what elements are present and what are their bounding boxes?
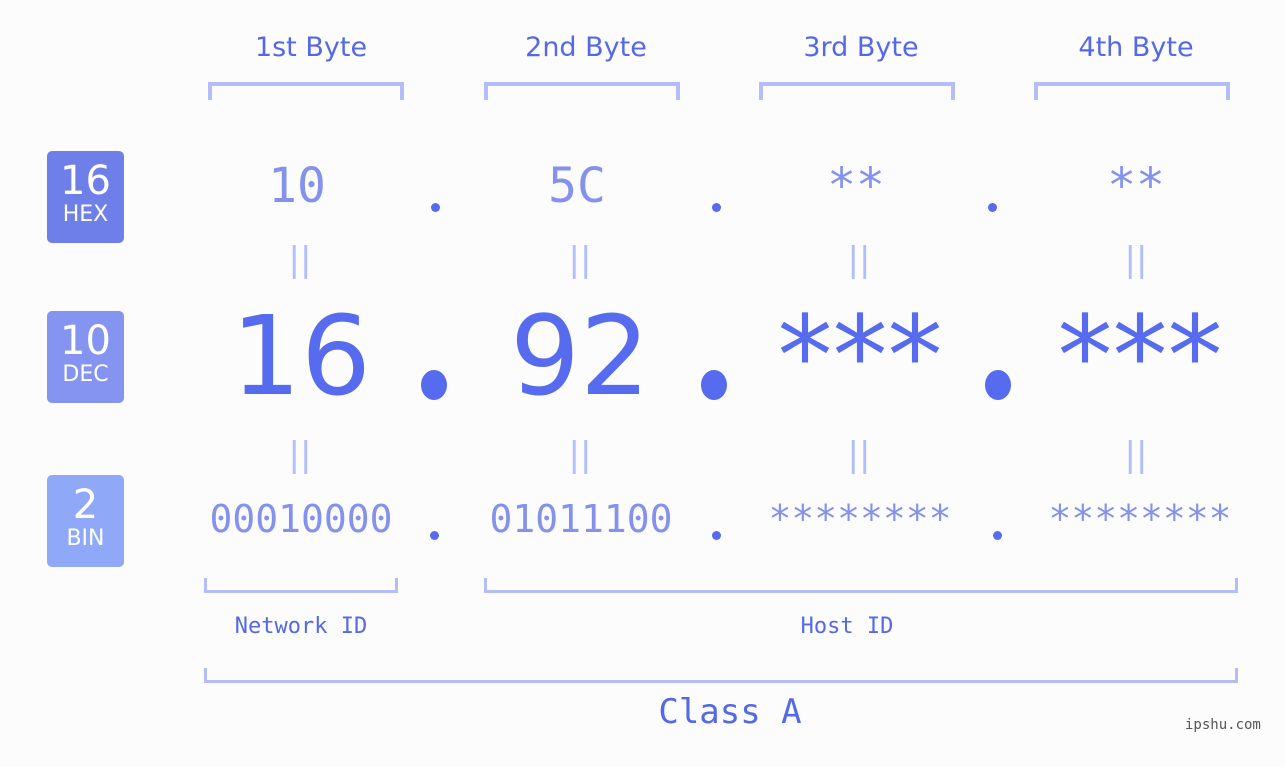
dec-base-label: DEC	[62, 362, 109, 387]
hex-badge: 16 HEX	[47, 151, 124, 243]
hex-base-label: HEX	[62, 202, 109, 227]
byte-header-1: 1st Byte	[254, 32, 368, 63]
class-label: Class A	[658, 692, 802, 732]
dec-dot-1	[421, 370, 447, 400]
watermark: ipshu.com	[1185, 717, 1261, 733]
dec-dot-2	[701, 370, 727, 400]
class-bracket	[204, 668, 1238, 683]
bin-value-2: 01011100	[489, 497, 673, 541]
byte-bracket-4	[1034, 82, 1230, 100]
bin-base-number: 2	[72, 482, 99, 528]
network-id-label: Network ID	[234, 614, 368, 639]
dec-value-4: ***	[1057, 292, 1223, 420]
dec-badge: 10 DEC	[47, 311, 124, 403]
byte-header-3: 3rd Byte	[803, 32, 919, 63]
dec-base-number: 10	[60, 318, 111, 364]
hex-base-number: 16	[60, 158, 111, 204]
bin-badge: 2 BIN	[47, 475, 124, 567]
host-id-label: Host ID	[800, 614, 894, 639]
equals-icon: ||	[847, 240, 871, 280]
equals-icon: ||	[568, 240, 592, 280]
equals-icon: ||	[1124, 435, 1148, 475]
network-id-bracket	[204, 578, 398, 593]
equals-icon: ||	[288, 240, 312, 280]
hex-dot-2	[712, 203, 721, 212]
hex-value-4: **	[1107, 158, 1165, 214]
bin-dot-2	[712, 531, 721, 540]
dec-value-3: ***	[777, 292, 943, 420]
dec-value-1: 16	[231, 292, 371, 420]
equals-icon: ||	[568, 435, 592, 475]
hex-value-1: 10	[268, 158, 326, 214]
equals-icon: ||	[847, 435, 871, 475]
bin-base-label: BIN	[66, 526, 105, 551]
byte-header-2: 2nd Byte	[525, 32, 647, 63]
equals-icon: ||	[288, 435, 312, 475]
bin-value-4: ********	[1048, 497, 1232, 541]
byte-header-4: 4th Byte	[1078, 32, 1194, 63]
hex-dot-3	[988, 203, 997, 212]
bin-dot-1	[430, 531, 439, 540]
byte-bracket-3	[759, 82, 955, 100]
hex-dot-1	[431, 203, 440, 212]
dec-value-2: 92	[510, 292, 650, 420]
equals-icon: ||	[1124, 240, 1148, 280]
bin-dot-3	[993, 531, 1002, 540]
bin-value-3: ********	[768, 497, 952, 541]
bin-value-1: 00010000	[209, 497, 393, 541]
hex-value-3: **	[827, 158, 885, 214]
dec-dot-3	[985, 370, 1011, 400]
host-id-bracket	[484, 578, 1238, 593]
byte-bracket-2	[484, 82, 680, 100]
byte-bracket-1	[208, 82, 404, 100]
hex-value-2: 5C	[548, 158, 606, 214]
